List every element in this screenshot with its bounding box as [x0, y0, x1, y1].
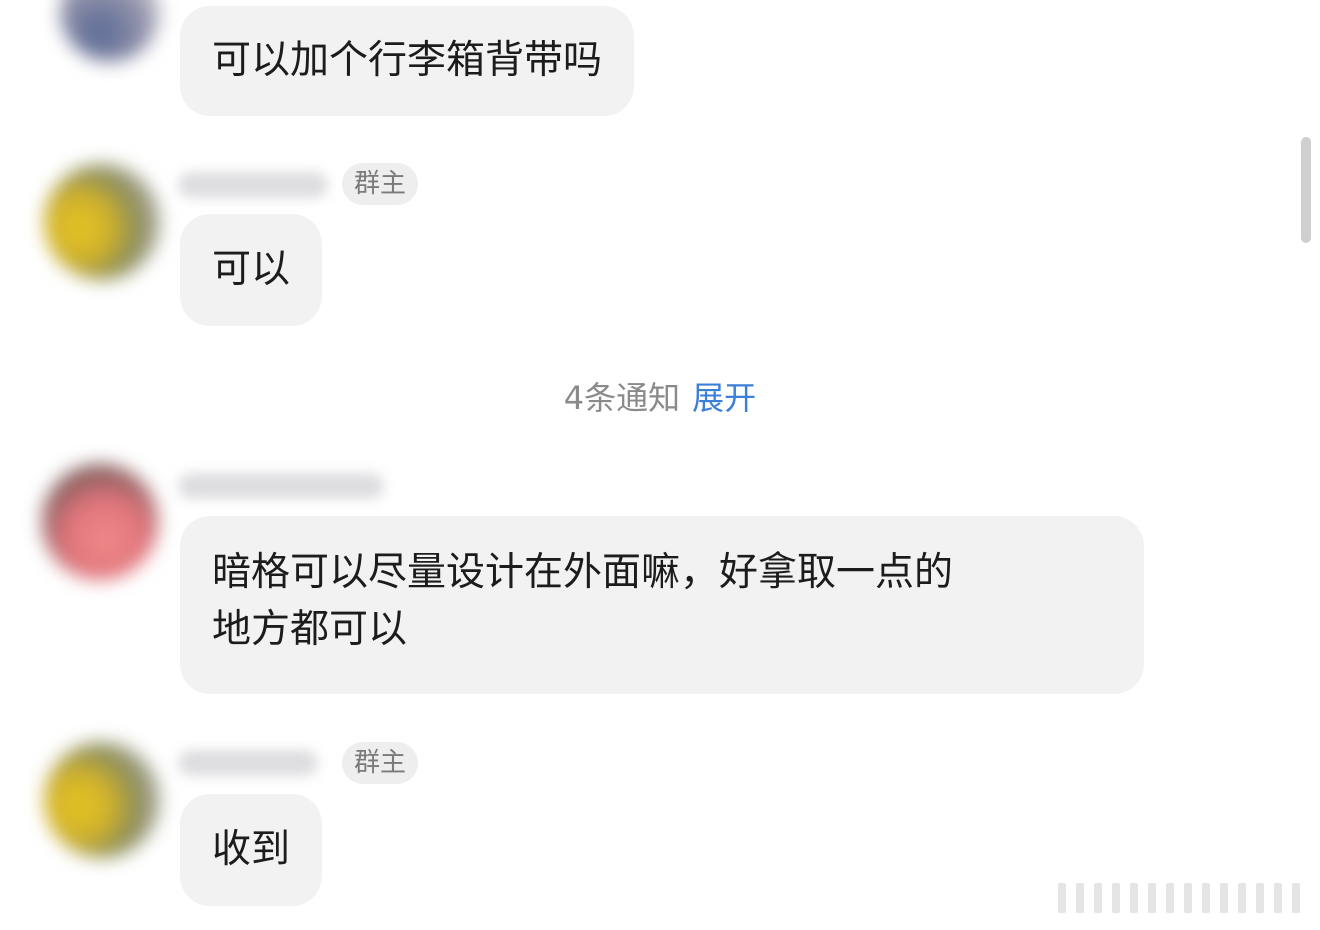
message-bubble[interactable]: 可以	[180, 214, 323, 326]
expand-link[interactable]: 展开	[692, 379, 756, 417]
group-owner-badge: 群主	[342, 742, 419, 784]
avatar[interactable]	[44, 164, 160, 280]
notification-count: 4条通知	[563, 379, 681, 417]
sender-name[interactable]	[178, 172, 328, 198]
notification-summary: 4条通知 展开	[0, 374, 1320, 422]
message-text-line: 地方都可以	[212, 607, 408, 652]
watermark	[1058, 880, 1300, 916]
message-bubble[interactable]: 暗格可以尽量设计在外面嘛，好拿取一点的 地方都可以	[180, 516, 1144, 694]
message-text: 收到	[212, 827, 291, 872]
sender-name[interactable]	[178, 473, 384, 499]
sender-name[interactable]	[178, 750, 318, 776]
message-bubble[interactable]: 可以加个行李箱背带吗	[180, 6, 635, 116]
avatar[interactable]	[42, 464, 158, 580]
avatar[interactable]	[60, 0, 160, 62]
message-text-line: 暗格可以尽量设计在外面嘛，好拿取一点的	[212, 550, 954, 595]
chat-messages: 可以加个行李箱背带吗 群主 可以 4条通知 展开 暗格可以尽量设计在外面嘛，好拿取…	[0, 0, 1320, 930]
group-owner-badge: 群主	[342, 163, 419, 205]
scrollbar-thumb[interactable]	[1301, 137, 1311, 243]
message-text: 可以加个行李箱背带吗	[212, 38, 603, 83]
avatar[interactable]	[44, 742, 160, 858]
message-bubble[interactable]: 收到	[180, 794, 323, 906]
message-text: 可以	[212, 247, 291, 292]
